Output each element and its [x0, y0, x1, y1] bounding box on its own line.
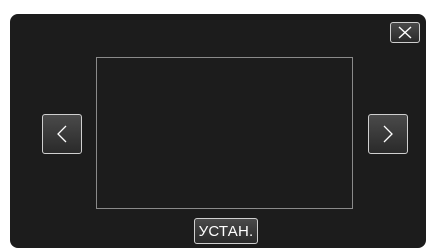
- close-button[interactable]: [390, 22, 420, 43]
- set-button-label: УСТАН.: [198, 222, 254, 240]
- camera-screen: УСТАН.: [10, 14, 426, 248]
- next-button[interactable]: [368, 114, 408, 154]
- previous-button[interactable]: [42, 114, 82, 154]
- chevron-left-icon: [55, 124, 69, 144]
- set-button[interactable]: УСТАН.: [194, 218, 258, 244]
- chevron-right-icon: [381, 124, 395, 144]
- close-icon: [397, 26, 413, 39]
- preview-frame: [96, 57, 353, 209]
